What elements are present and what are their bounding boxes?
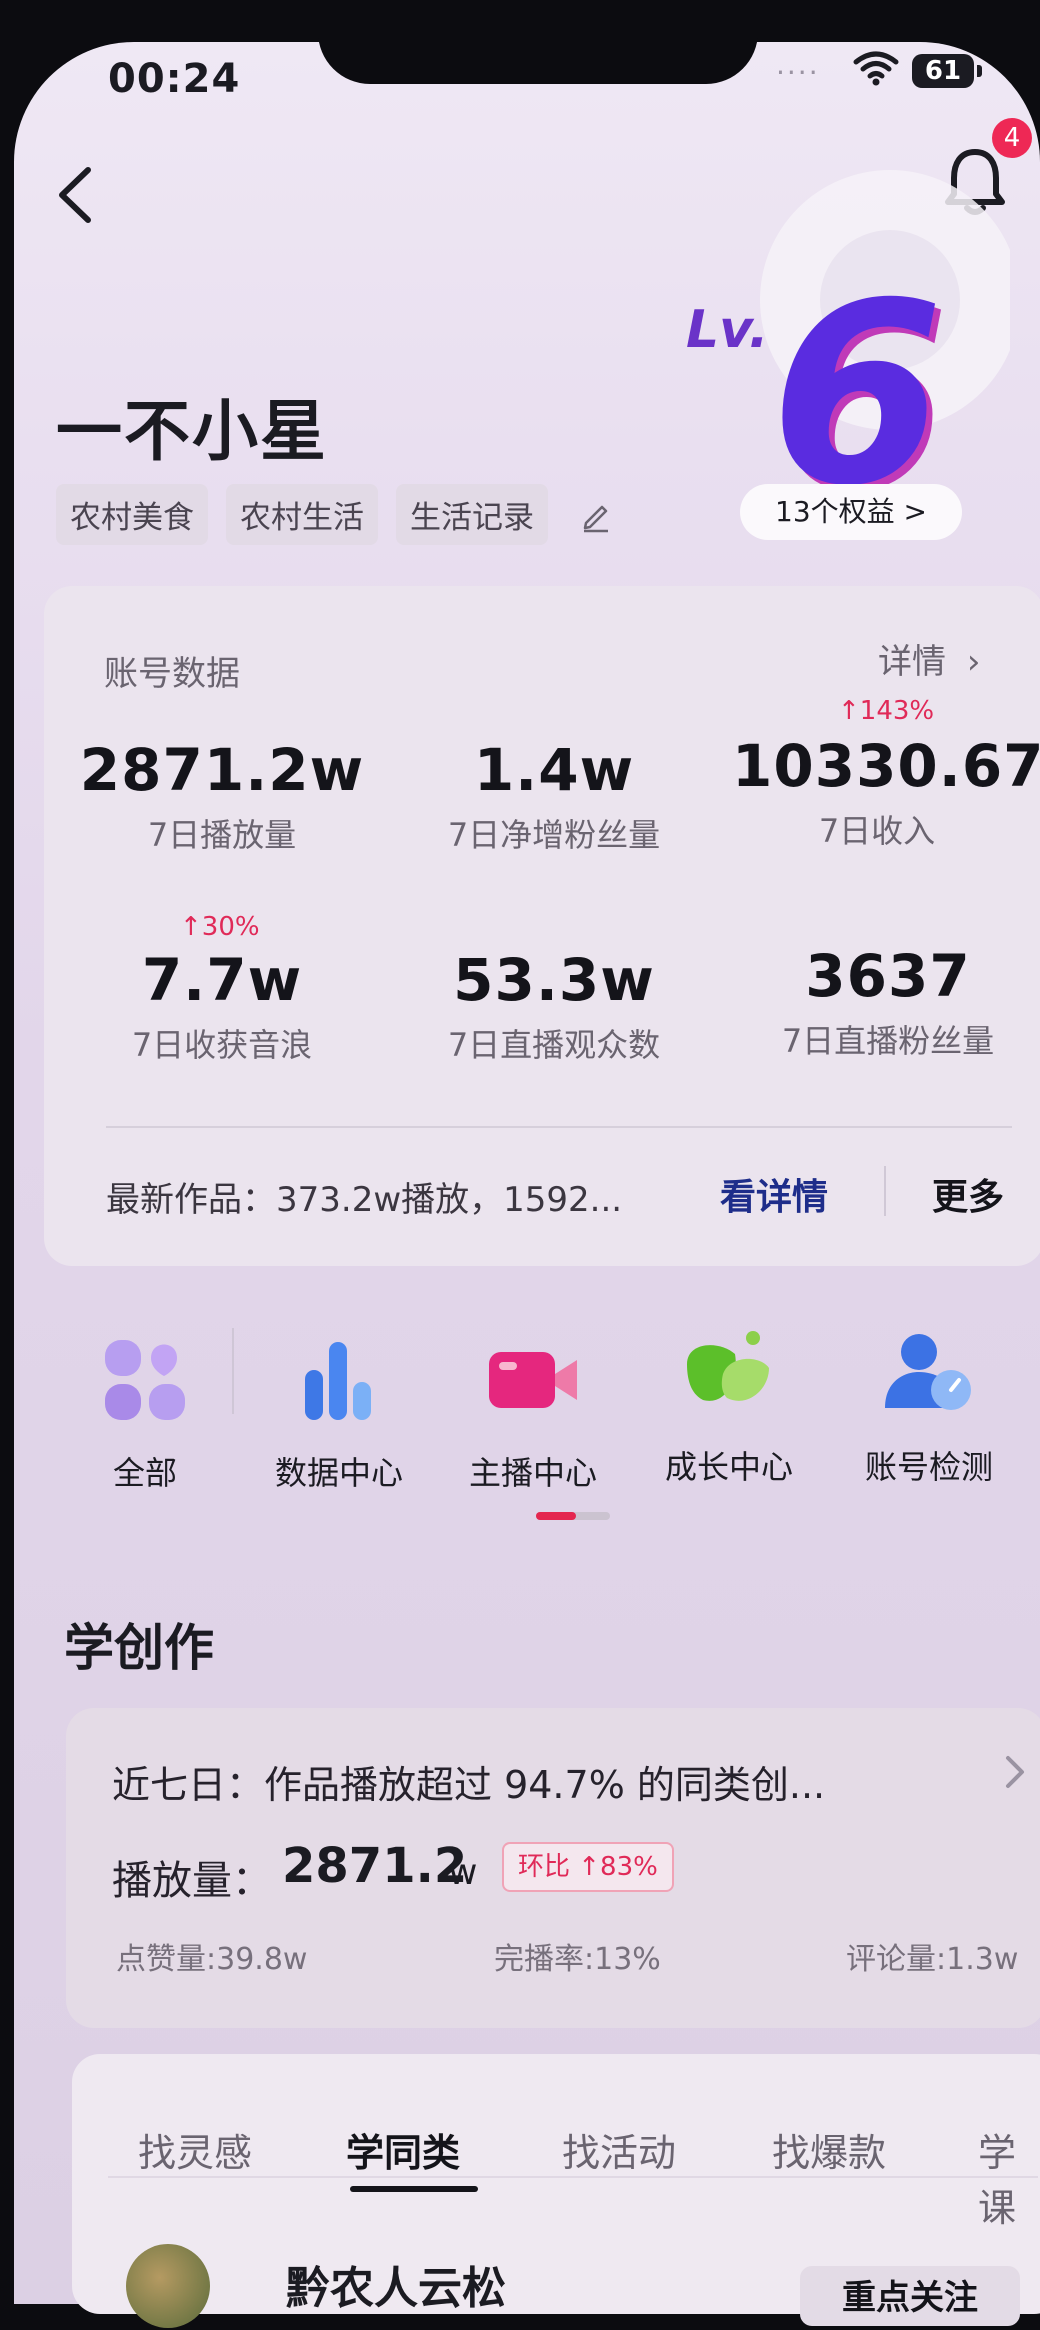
stat-label: 7日播放量 — [147, 816, 297, 854]
rights-button[interactable]: 13个权益 > — [740, 484, 962, 540]
level-prefix: Lv. — [686, 300, 769, 360]
account-data-title: 账号数据 — [104, 654, 240, 694]
profile-name: 一不小星 — [56, 393, 328, 470]
stat-trend: ↑30% — [180, 912, 260, 942]
tool-all[interactable]: 全部 — [60, 1330, 230, 1494]
level-number: 6 — [770, 249, 944, 540]
stat-live-followers[interactable]: 3637 7日直播粉丝量 — [738, 942, 1038, 1062]
compare-badge: 环比 ↑83% — [502, 1842, 674, 1892]
divider — [232, 1328, 234, 1414]
learn-summary-text: 近七日：作品播放超过 94.7% 的同类创... — [112, 1763, 826, 1807]
avatar[interactable] — [126, 2244, 210, 2328]
section-title: 学创作 — [64, 1619, 214, 1677]
chevron-right-icon: › — [966, 642, 981, 682]
battery-indicator: 61 — [912, 54, 982, 88]
stat-value: 10330.67 — [732, 732, 1040, 800]
tool-label: 全部 — [112, 1454, 177, 1492]
stat-label: 7日净增粉丝量 — [447, 816, 661, 854]
stat-value: 2871.2w — [79, 736, 365, 804]
play-count-unit: w — [448, 1852, 478, 1893]
stat-value: 7.7w — [141, 946, 303, 1014]
more-link[interactable]: 更多 — [932, 1168, 1004, 1220]
comments-stat: 评论量:1.3w — [846, 1942, 1019, 1977]
camera-notch — [318, 0, 758, 84]
active-tab-indicator — [350, 2186, 478, 2192]
stat-label: 7日直播观众数 — [447, 1026, 661, 1064]
stat-label: 7日直播粉丝量 — [781, 1022, 995, 1060]
leaf-icon — [687, 1331, 769, 1401]
stat-live-viewers[interactable]: 53.3w 7日直播观众数 — [404, 946, 704, 1066]
tab-inspiration[interactable]: 找灵感 — [138, 2122, 252, 2177]
latest-work-summary: 最新作品：373.2w播放，1592... — [106, 1180, 623, 1220]
profile-tag[interactable]: 农村美食 — [56, 484, 208, 545]
user-check-icon — [885, 1334, 971, 1410]
page-indicator-active — [536, 1512, 576, 1520]
stat-label: 7日收获音浪 — [131, 1026, 313, 1064]
creator-name[interactable]: 黔农人云松 — [286, 2252, 506, 2316]
tab-hits[interactable]: 找爆款 — [772, 2122, 886, 2177]
stat-sound-waves[interactable]: ↑30% 7.7w 7日收获音浪 — [72, 912, 372, 1066]
play-count-value: 2871.2 — [282, 1838, 468, 1894]
tool-growth-center[interactable]: 成长中心 — [644, 1324, 814, 1488]
view-detail-link[interactable]: 看详情 — [720, 1168, 828, 1220]
divider — [884, 1166, 886, 1216]
video-camera-icon — [489, 1352, 577, 1408]
stat-value: 1.4w — [473, 736, 635, 804]
detail-link[interactable]: 详情 › — [878, 634, 980, 683]
status-time: 00:24 — [108, 56, 241, 102]
tool-label: 主播中心 — [468, 1454, 597, 1492]
tab-activities[interactable]: 找活动 — [562, 2122, 676, 2177]
follow-button[interactable]: 重点关注 — [800, 2266, 1020, 2326]
profile-tag[interactable]: 生活记录 — [396, 484, 548, 545]
signal-indicator: .... — [776, 48, 820, 81]
divider — [106, 1126, 1012, 1128]
play-count-label: 播放量： — [112, 1858, 272, 1904]
tool-label: 数据中心 — [274, 1454, 403, 1492]
stat-follower-gain[interactable]: 1.4w 7日净增粉丝量 — [404, 736, 704, 856]
profile-tags: 农村美食 农村生活 生活记录 — [56, 484, 614, 545]
tool-label: 成长中心 — [664, 1448, 793, 1486]
bar-chart-icon — [305, 1342, 371, 1420]
likes-stat: 点赞量:39.8w — [116, 1942, 308, 1977]
stat-income[interactable]: ↑143% 10330.67 7日收入 — [732, 696, 1040, 852]
tool-label: 账号检测 — [864, 1448, 993, 1486]
back-arrow-icon[interactable] — [44, 160, 104, 230]
edit-icon[interactable] — [578, 497, 614, 533]
stat-trend: ↑143% — [838, 696, 935, 726]
stat-label: 7日收入 — [818, 812, 936, 850]
completion-stat: 完播率:13% — [494, 1942, 661, 1977]
stat-value: 53.3w — [453, 946, 655, 1014]
tool-anchor-center[interactable]: 主播中心 — [448, 1330, 618, 1494]
profile-tag[interactable]: 农村生活 — [226, 484, 378, 545]
tool-account-check[interactable]: 账号检测 — [844, 1324, 1014, 1488]
wifi-icon — [853, 51, 899, 86]
stat-value: 3637 — [805, 942, 971, 1010]
stat-play-count[interactable]: 2871.2w 7日播放量 — [72, 736, 372, 856]
tab-learn-similar[interactable]: 学同类 — [346, 2122, 460, 2177]
tab-courses[interactable]: 学课 — [978, 2122, 1040, 2232]
tool-data-center[interactable]: 数据中心 — [254, 1330, 424, 1494]
grid-icon — [105, 1340, 185, 1420]
detail-label: 详情 — [878, 642, 946, 682]
chevron-right-icon — [1006, 1756, 1024, 1788]
